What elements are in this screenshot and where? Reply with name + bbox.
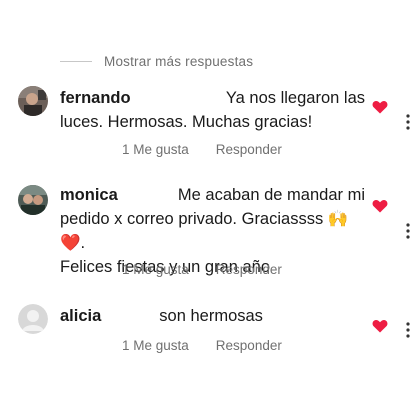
like-count[interactable]: 1 Me gusta bbox=[122, 262, 189, 277]
heart-icon[interactable] bbox=[372, 100, 388, 114]
comment-username[interactable]: alicia bbox=[60, 304, 101, 328]
replies-divider-line bbox=[60, 61, 92, 62]
comment-text-line: son hermosas bbox=[159, 307, 263, 325]
reply-button[interactable]: Responder bbox=[216, 338, 282, 353]
like-count[interactable]: 1 Me gusta bbox=[122, 142, 189, 157]
heart-icon[interactable] bbox=[372, 319, 388, 333]
avatar[interactable] bbox=[18, 185, 48, 215]
comment-text-line: Me acaban de mandar mi bbox=[177, 186, 365, 204]
comment-text-line: pedido x correo privado. Graciassss 🙌❤️. bbox=[60, 210, 349, 252]
more-options-icon[interactable] bbox=[406, 114, 410, 130]
comment-text: alicia son hermosas bbox=[60, 304, 365, 328]
like-count[interactable]: 1 Me gusta bbox=[122, 338, 189, 353]
heart-icon[interactable] bbox=[372, 199, 388, 213]
comment-text-line: luces. Hermosas. Muchas gracias! bbox=[60, 113, 313, 131]
comment-username[interactable]: monica bbox=[60, 183, 118, 207]
show-more-replies[interactable]: Mostrar más respuestas bbox=[60, 54, 253, 69]
more-options-icon[interactable] bbox=[406, 322, 410, 338]
default-avatar-icon[interactable] bbox=[18, 304, 48, 334]
more-options-icon[interactable] bbox=[406, 223, 410, 239]
comment-text-line: Ya nos llegaron las bbox=[225, 89, 365, 107]
comments-panel: Mostrar más respuestas fernando Ya nos l… bbox=[0, 0, 420, 420]
reply-button[interactable]: Responder bbox=[216, 262, 282, 277]
reply-button[interactable]: Responder bbox=[216, 142, 282, 157]
comment-text: fernando Ya nos llegaron las luces. Herm… bbox=[60, 86, 365, 134]
comment-username[interactable]: fernando bbox=[60, 86, 131, 110]
show-more-replies-label[interactable]: Mostrar más respuestas bbox=[104, 54, 253, 69]
avatar[interactable] bbox=[18, 86, 48, 116]
